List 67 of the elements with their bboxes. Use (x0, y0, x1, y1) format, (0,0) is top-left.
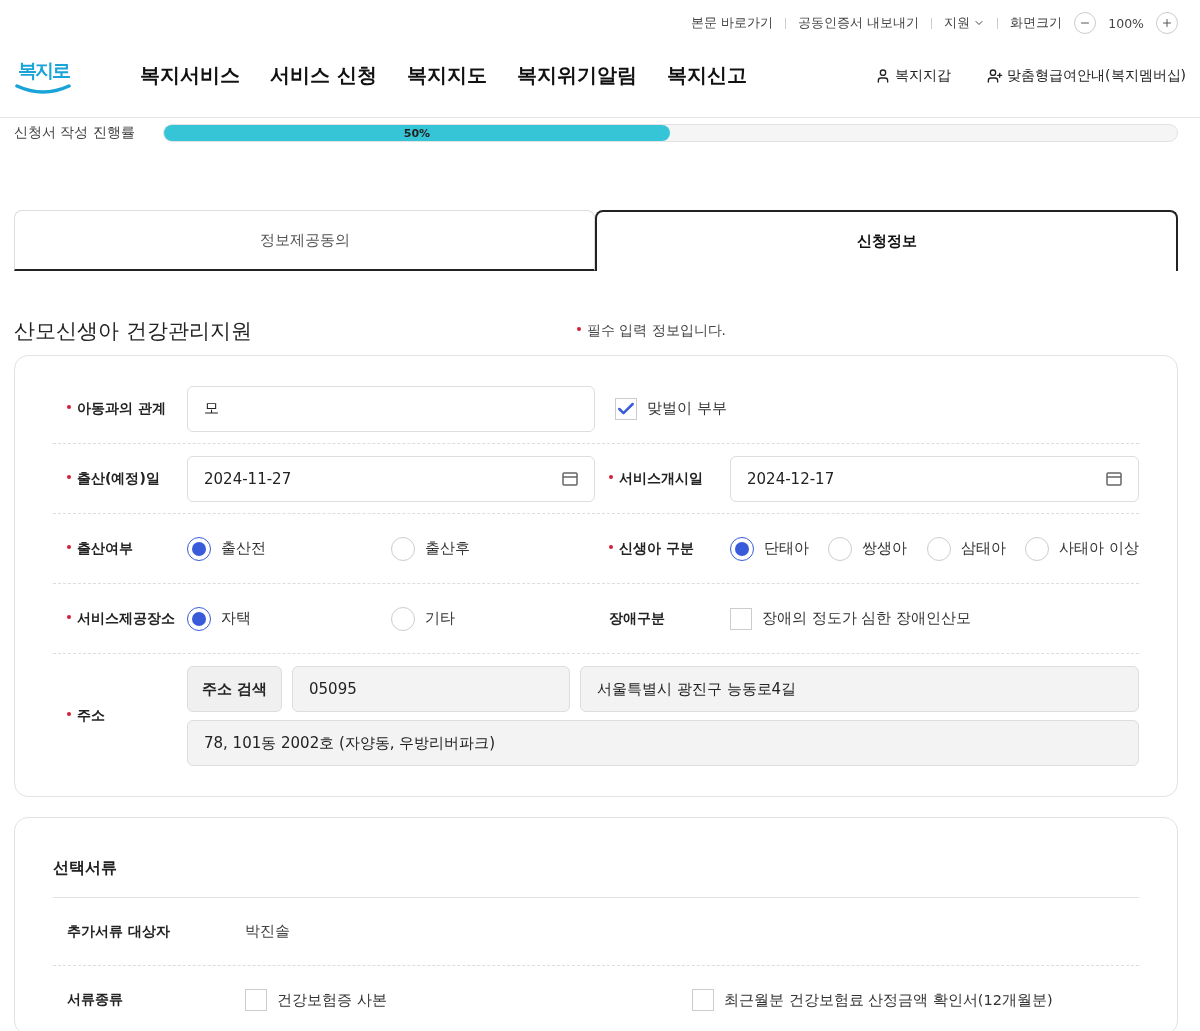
progress-label: 신청서 작성 진행률 (14, 124, 135, 142)
utility-link[interactable]: 지원 (944, 14, 986, 32)
text-field[interactable]: 모 (187, 385, 595, 432)
address-field[interactable]: 서울특별시 광진구 능동로4길 (580, 666, 1139, 712)
radio-option[interactable]: 기타 (391, 606, 595, 631)
required-dot (67, 404, 71, 409)
field-label: 서비스제공장소 (53, 609, 187, 628)
field-label: 장애구분 (608, 609, 666, 628)
field-label: 신생아 구분 (595, 539, 730, 558)
radio-option[interactable]: 쌍생아 (828, 536, 927, 561)
date-field[interactable]: 2024-11-27 (187, 455, 595, 502)
field-label: 출산(예정)일 (53, 469, 187, 488)
calendar-icon[interactable] (1106, 471, 1122, 486)
field-label: 서류종류 (66, 991, 124, 1009)
checkbox-option[interactable]: 최근월분 건강보험료 산정금액 확인서(12개월분) (692, 989, 1139, 1011)
progress-fill: 50% (163, 125, 671, 141)
radio-option[interactable]: 사태아 이상 (1025, 536, 1139, 561)
field-label: 아동과의 관계 (53, 399, 187, 418)
field-label: 서비스개시일 (595, 469, 730, 488)
checkbox[interactable] (730, 607, 752, 630)
plus-icon (1161, 17, 1173, 29)
nav-item[interactable]: 복지지도 (406, 62, 487, 89)
utility-link[interactable]: 공동인증서 내보내기 (798, 14, 920, 32)
radio-option[interactable]: 출산전 (187, 536, 391, 561)
required-dot (67, 544, 71, 549)
zoom-value: 100% (1108, 15, 1144, 31)
step-tab[interactable]: 신청정보 (595, 210, 1178, 271)
checkbox-option[interactable]: 장애의 정도가 심한 장애인산모 (730, 607, 1139, 630)
page-title: 산모신생아 건강관리지원 (14, 318, 253, 345)
calendar-icon[interactable] (562, 471, 578, 486)
nav-item[interactable]: 복지위기알림 (516, 62, 637, 89)
checkbox-option[interactable]: 건강보험증 사본 (245, 989, 692, 1011)
address-search-button[interactable]: 주소 검색 (187, 666, 282, 712)
date-field[interactable]: 2024-12-17 (730, 455, 1139, 502)
address-detail-field[interactable]: 78, 101동 2002호 (자양동, 우방리버파크) (187, 720, 1139, 766)
utility-link[interactable]: 본문 바로가기 (691, 14, 774, 32)
user-link[interactable]: 맞춤형급여안내(복지멤버십) (987, 66, 1186, 85)
step-tab[interactable]: 정보제공동의 (14, 210, 595, 271)
field-label: 추가서류 대상자 (66, 922, 171, 941)
nav-item[interactable]: 서비스 신청 (270, 62, 377, 89)
checkbox[interactable] (692, 989, 714, 1011)
required-dot (67, 474, 71, 479)
checkbox[interactable] (615, 397, 637, 420)
field-value: 박진솔 (245, 922, 291, 941)
radio-option[interactable]: 삼태아 (926, 536, 1026, 561)
radio-option[interactable]: 단태아 (730, 536, 829, 561)
zoom-out-button[interactable] (1074, 12, 1097, 34)
field-label: 출산여부 (53, 539, 187, 558)
required-note: 필수 입력 정보입니다. (587, 322, 726, 340)
zoom-in-button[interactable] (1156, 12, 1178, 34)
required-dot (577, 327, 581, 331)
user-link[interactable]: 복지지갑 (875, 66, 952, 85)
required-dot (67, 614, 71, 619)
field-label: 주소 (53, 707, 187, 725)
checkbox[interactable] (245, 989, 267, 1011)
required-dot (67, 712, 71, 716)
required-dot (609, 474, 613, 479)
section-title: 선택서류 (53, 858, 1139, 898)
checkbox-option[interactable]: 맞벌이 부부 (615, 397, 1139, 420)
radio-option[interactable]: 자택 (187, 606, 391, 631)
person-plus-icon (987, 67, 1004, 84)
screen-size-caption: 화면크기 (1010, 14, 1063, 32)
nav-item[interactable]: 복지신고 (666, 62, 747, 89)
nav-item[interactable]: 복지서비스 (140, 62, 240, 89)
required-dot (609, 544, 613, 549)
radio-option[interactable]: 출산후 (391, 536, 595, 561)
zip-field[interactable]: 05095 (292, 666, 570, 712)
